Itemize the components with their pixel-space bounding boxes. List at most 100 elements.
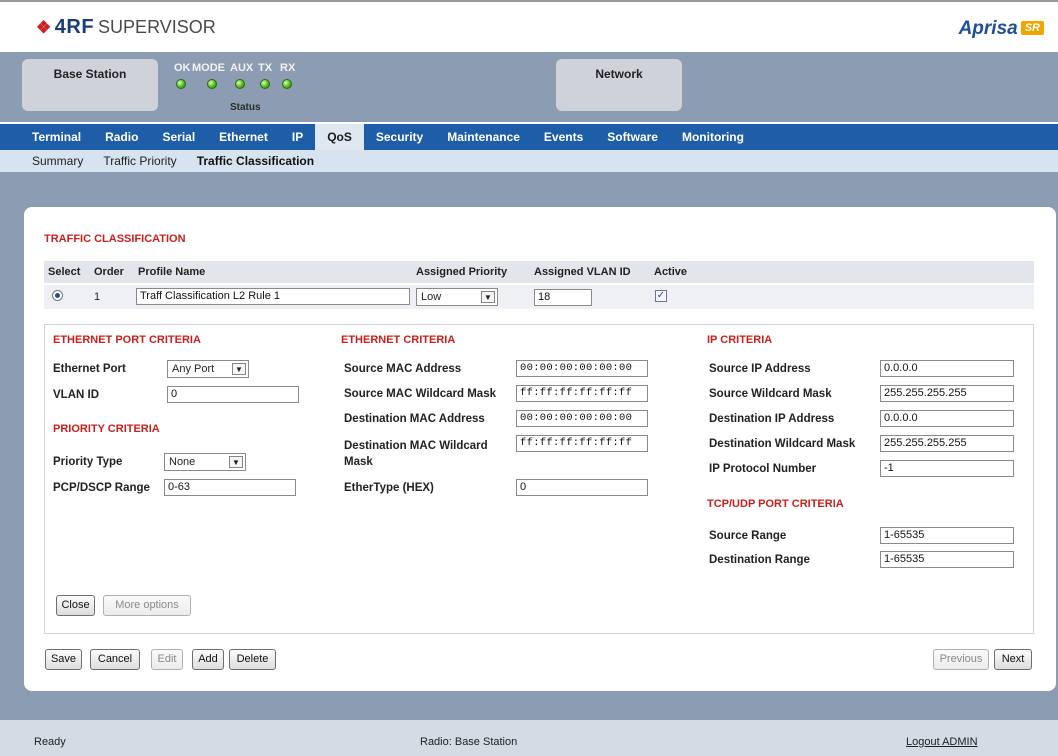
- assigned-priority-select[interactable]: Low ▼: [416, 288, 498, 306]
- subtab-traffic-classification[interactable]: Traffic Classification: [187, 154, 324, 168]
- src-ip-input[interactable]: 0.0.0.0: [880, 360, 1014, 377]
- led-label-tx: TX: [258, 62, 273, 74]
- subtab-traffic-priority[interactable]: Traffic Priority: [93, 154, 186, 168]
- top-header: ❖ 4RF SUPERVISOR Aprisa SR: [0, 0, 1058, 52]
- src-mac-mask-input[interactable]: ff:ff:ff:ff:ff:ff: [516, 385, 648, 402]
- ethertype-input[interactable]: 0: [516, 479, 648, 496]
- tab-ethernet[interactable]: Ethernet: [207, 124, 280, 150]
- tab-monitoring[interactable]: Monitoring: [670, 124, 756, 150]
- led-rx-icon: [282, 79, 292, 89]
- vlan-id-input[interactable]: 0: [167, 386, 299, 403]
- src-range-input[interactable]: 1-65535: [880, 527, 1014, 544]
- led-label-ok: OK: [174, 62, 191, 74]
- led-tx-icon: [260, 79, 270, 89]
- table-header: Select Order Profile Name Assigned Prior…: [44, 261, 1034, 283]
- network-box[interactable]: Network: [556, 59, 682, 111]
- app-logo: ❖ 4RF SUPERVISOR: [36, 16, 216, 39]
- led-ok-icon: [176, 79, 186, 89]
- radio-status-text: Radio: Base Station: [420, 736, 518, 748]
- delete-button[interactable]: Delete: [229, 649, 276, 670]
- base-station-label: Base Station: [53, 67, 127, 81]
- src-mac-label: Source MAC Address: [344, 363, 462, 375]
- led-mode-icon: [207, 79, 217, 89]
- dst-mac-mask-input[interactable]: ff:ff:ff:ff:ff:ff: [516, 435, 648, 452]
- col-profile-name: Profile Name: [138, 266, 206, 278]
- save-button[interactable]: Save: [45, 649, 82, 670]
- tab-serial[interactable]: Serial: [150, 124, 207, 150]
- dst-mac-mask-label: Destination MAC Wildcard Mask: [344, 440, 488, 468]
- network-label: Network: [595, 67, 643, 81]
- ethernet-port-label: Ethernet Port: [53, 363, 126, 375]
- table-row: 1 Traff Classification L2 Rule 1 Low ▼ 1…: [44, 285, 1034, 309]
- src-mask-label: Source Wildcard Mask: [709, 388, 832, 400]
- ip-criteria-title: IP CRITERIA: [707, 334, 773, 346]
- status-band: Base Station OK MODE AUX TX RX Status Ne…: [0, 52, 1058, 122]
- more-options-button[interactable]: More options: [103, 595, 191, 616]
- tab-security[interactable]: Security: [364, 124, 435, 150]
- ethernet-port-select[interactable]: Any Port ▼: [167, 360, 249, 378]
- status-bar: Ready Radio: Base Station Logout ADMIN: [0, 720, 1058, 756]
- priority-type-select[interactable]: None ▼: [164, 453, 246, 471]
- edit-button[interactable]: Edit: [151, 649, 183, 670]
- sub-nav: Summary Traffic Priority Traffic Classif…: [0, 150, 1058, 172]
- next-button[interactable]: Next: [994, 649, 1032, 670]
- chevron-down-icon: ▼: [229, 456, 243, 468]
- src-mask-input[interactable]: 255.255.255.255: [880, 385, 1014, 402]
- src-mac-input[interactable]: 00:00:00:00:00:00: [516, 360, 648, 377]
- logo-subtitle: SUPERVISOR: [98, 17, 216, 37]
- dst-range-input[interactable]: 1-65535: [880, 551, 1014, 568]
- src-range-label: Source Range: [709, 530, 787, 542]
- status-text: Ready: [34, 736, 66, 748]
- row-order: 1: [94, 291, 101, 303]
- priority-criteria-title: PRIORITY CRITERIA: [53, 423, 160, 435]
- traffic-classification-title: TRAFFIC CLASSIFICATION: [44, 233, 186, 245]
- brand-logo: Aprisa SR: [959, 18, 1044, 40]
- src-mac-mask-label: Source MAC Wildcard Mask: [344, 388, 496, 400]
- chevron-down-icon: ▼: [481, 291, 495, 303]
- protocol-input[interactable]: -1: [880, 460, 1014, 477]
- led-aux-icon: [235, 79, 245, 89]
- ethertype-label: EtherType (HEX): [344, 482, 434, 494]
- tab-ip[interactable]: IP: [280, 124, 315, 150]
- tab-qos[interactable]: QoS: [315, 124, 364, 150]
- ethernet-port-criteria-title: ETHERNET PORT CRITERIA: [53, 334, 201, 346]
- col-active: Active: [654, 266, 688, 278]
- criteria-box: ETHERNET PORT CRITERIA Ethernet Port Any…: [44, 324, 1034, 634]
- logout-link[interactable]: Logout ADMIN: [906, 736, 978, 748]
- dst-ip-label: Destination IP Address: [709, 413, 835, 425]
- pcp-range-label: PCP/DSCP Range: [53, 482, 150, 494]
- dst-ip-input[interactable]: 0.0.0.0: [880, 410, 1014, 427]
- tab-radio[interactable]: Radio: [93, 124, 150, 150]
- tab-software[interactable]: Software: [595, 124, 670, 150]
- brand-name: Aprisa: [958, 18, 1018, 39]
- priority-type-label: Priority Type: [53, 456, 123, 468]
- previous-button[interactable]: Previous: [933, 649, 989, 670]
- led-label-rx: RX: [280, 62, 296, 74]
- assigned-vlan-input[interactable]: 18: [534, 289, 592, 306]
- led-label-aux: AUX: [230, 62, 254, 74]
- base-station-box[interactable]: Base Station: [22, 59, 158, 111]
- active-checkbox[interactable]: ✓: [655, 290, 667, 302]
- dst-mac-input[interactable]: 00:00:00:00:00:00: [516, 410, 648, 427]
- subtab-summary[interactable]: Summary: [22, 154, 93, 168]
- profile-name-input[interactable]: Traff Classification L2 Rule 1: [136, 288, 410, 305]
- col-select: Select: [48, 266, 81, 278]
- dst-mac-label: Destination MAC Address: [344, 413, 485, 425]
- tab-events[interactable]: Events: [532, 124, 595, 150]
- col-order: Order: [94, 266, 124, 278]
- tcp-udp-criteria-title: TCP/UDP PORT CRITERIA: [707, 498, 844, 510]
- ethernet-criteria-title: ETHERNET CRITERIA: [341, 334, 456, 346]
- brand-badge: SR: [1020, 21, 1044, 35]
- pcp-range-input[interactable]: 0-63: [164, 479, 296, 496]
- cancel-button[interactable]: Cancel: [90, 649, 140, 670]
- close-button[interactable]: Close: [56, 595, 95, 616]
- tab-terminal[interactable]: Terminal: [20, 124, 93, 150]
- dst-mask-input[interactable]: 255.255.255.255: [880, 435, 1014, 452]
- tab-maintenance[interactable]: Maintenance: [435, 124, 532, 150]
- src-ip-label: Source IP Address: [709, 363, 811, 375]
- traffic-classification-panel: TRAFFIC CLASSIFICATION Select Order Prof…: [24, 207, 1056, 691]
- row-select-radio[interactable]: [52, 290, 63, 301]
- col-assigned-vlan: Assigned VLAN ID: [534, 266, 631, 278]
- add-button[interactable]: Add: [192, 649, 224, 670]
- main-nav: Terminal Radio Serial Ethernet IP QoS Se…: [0, 124, 1058, 150]
